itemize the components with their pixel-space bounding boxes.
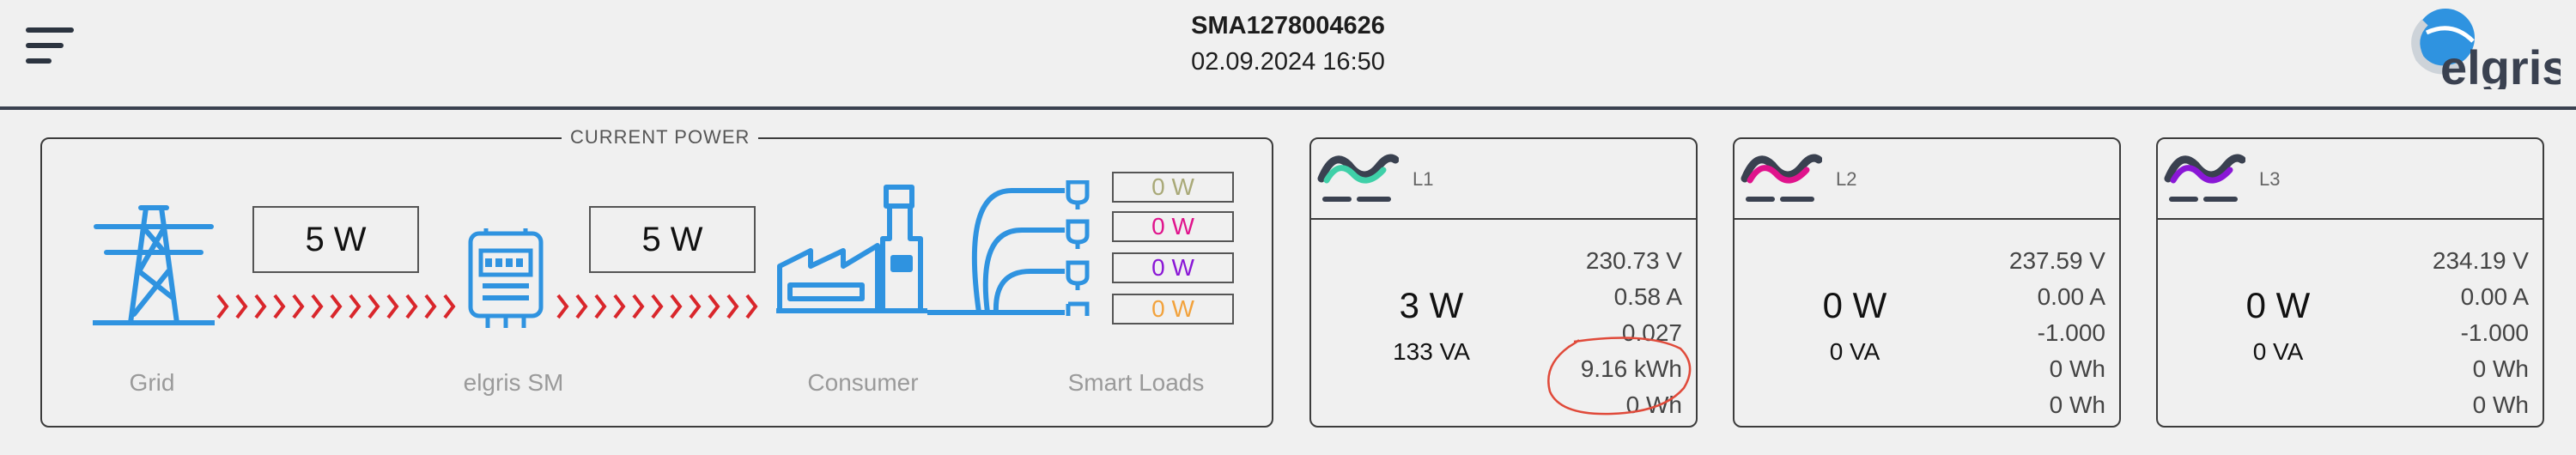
phase-apparent-power: 0 VA <box>1829 338 1880 365</box>
smart-load-4-value: 0 W <box>1112 294 1234 325</box>
phase-voltage: 237.59 V <box>2008 247 2105 274</box>
smart-load-1-value: 0 W <box>1112 172 1234 203</box>
phase-wave-icon <box>1317 154 1399 202</box>
smart-loads-label: Smart Loads <box>1067 369 1205 396</box>
flow-arrows-grid-meter <box>216 294 456 319</box>
phase-divider <box>1735 218 2119 220</box>
phase-wave-icon <box>1741 154 1822 202</box>
flow-arrows-meter-consumer <box>556 294 758 319</box>
phase-energy-import: 0 Wh <box>2472 355 2529 382</box>
phase-voltage: 234.19 V <box>2432 247 2529 274</box>
phase-voltage: 230.73 V <box>1585 247 1682 274</box>
phase-name: L2 <box>1836 168 1857 190</box>
phase-current: 0.00 A <box>2460 283 2529 310</box>
phase-power-factor: -1.000 <box>2037 319 2105 346</box>
phase-energy-export: 0 Wh <box>2472 391 2529 418</box>
factory-icon <box>776 185 927 313</box>
device-serial-title: SMA1278004626 <box>1191 12 1385 39</box>
logo-text: elgris <box>2440 40 2561 89</box>
phase-apparent-power: 133 VA <box>1393 338 1470 365</box>
smart-meter-icon <box>468 228 544 328</box>
grid-power-value: 5 W <box>252 206 419 273</box>
phase-apparent-power: 0 VA <box>2252 338 2304 365</box>
smart-load-2-value: 0 W <box>1112 211 1234 242</box>
phase-energy-export: 0 Wh <box>2049 391 2105 418</box>
consumer-power-value: 5 W <box>589 206 756 273</box>
consumer-label: Consumer <box>807 369 919 396</box>
phase-name: L3 <box>2259 168 2281 190</box>
phase-active-power: 0 W <box>2245 285 2311 325</box>
phase-active-power: 3 W <box>1399 285 1464 325</box>
header-divider <box>0 106 2576 110</box>
grid-tower-icon <box>93 205 215 325</box>
elgris-logo: elgris <box>2411 9 2561 89</box>
phase-current: 0.58 A <box>1613 283 1682 310</box>
meter-label: elgris SM <box>463 369 564 396</box>
grid-label: Grid <box>129 369 175 396</box>
current-power-legend: CURRENT POWER <box>562 126 759 149</box>
phase-current: 0.00 A <box>2037 283 2105 310</box>
phase-l2-panel: L2 0 W 0 VA 237.59 V 0.00 A -1.000 0 Wh … <box>1733 137 2121 428</box>
phase-l3-panel: L3 0 W 0 VA 234.19 V 0.00 A -1.000 0 Wh … <box>2156 137 2544 428</box>
phase-energy-import: 0 Wh <box>2049 355 2105 382</box>
phase-wave-icon <box>2164 154 2245 202</box>
smart-load-3-value: 0 W <box>1112 252 1234 283</box>
phase-l1-panel: L1 3 W 133 VA 230.73 V 0.58 A 0.027 9.16… <box>1309 137 1698 428</box>
smart-loads-branches <box>927 180 1090 316</box>
phase-divider <box>2158 218 2543 220</box>
timestamp: 02.09.2024 16:50 <box>1191 48 1385 76</box>
phase-power-factor: -1.000 <box>2460 319 2529 346</box>
phase-divider <box>1311 218 1696 220</box>
phase-active-power: 0 W <box>1822 285 1887 325</box>
handwritten-circle-annotation <box>1547 337 1692 416</box>
phase-name: L1 <box>1413 168 1434 190</box>
